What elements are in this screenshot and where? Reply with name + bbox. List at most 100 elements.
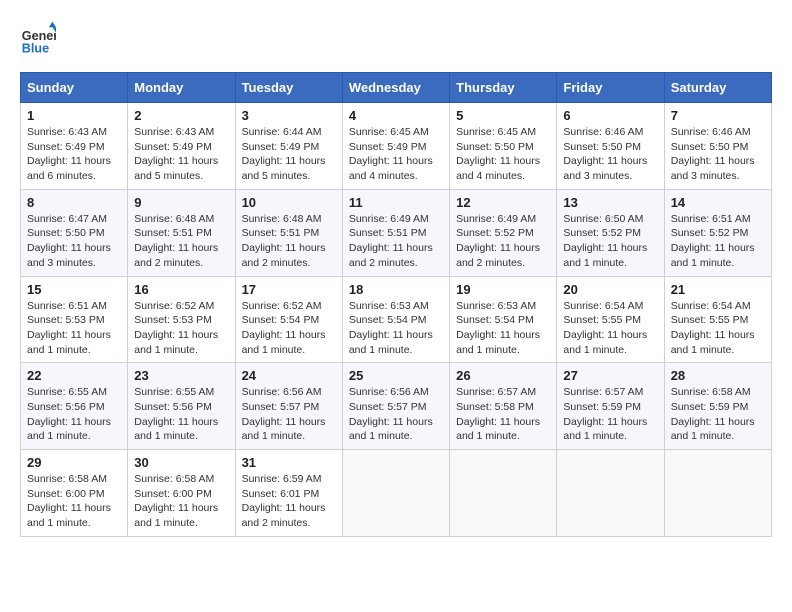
day-info: Sunrise: 6:46 AMSunset: 5:50 PMDaylight:… (563, 125, 657, 184)
weekday-header-sunday: Sunday (21, 73, 128, 103)
weekday-header-wednesday: Wednesday (342, 73, 449, 103)
day-info: Sunrise: 6:54 AMSunset: 5:55 PMDaylight:… (671, 299, 765, 358)
day-info: Sunrise: 6:50 AMSunset: 5:52 PMDaylight:… (563, 212, 657, 271)
day-number: 22 (27, 368, 121, 383)
day-info: Sunrise: 6:51 AMSunset: 5:53 PMDaylight:… (27, 299, 121, 358)
day-number: 24 (242, 368, 336, 383)
calendar-week-2: 8 Sunrise: 6:47 AMSunset: 5:50 PMDaylight… (21, 189, 772, 276)
calendar-cell: 29 Sunrise: 6:58 AMSunset: 6:00 PMDayligh… (21, 450, 128, 537)
calendar-cell: 3 Sunrise: 6:44 AMSunset: 5:49 PMDaylight… (235, 103, 342, 190)
weekday-header-thursday: Thursday (450, 73, 557, 103)
day-info: Sunrise: 6:44 AMSunset: 5:49 PMDaylight:… (242, 125, 336, 184)
svg-text:Blue: Blue (22, 41, 49, 55)
day-info: Sunrise: 6:58 AMSunset: 6:00 PMDaylight:… (134, 472, 228, 531)
day-info: Sunrise: 6:56 AMSunset: 5:57 PMDaylight:… (349, 385, 443, 444)
day-number: 27 (563, 368, 657, 383)
day-info: Sunrise: 6:53 AMSunset: 5:54 PMDaylight:… (456, 299, 550, 358)
day-info: Sunrise: 6:55 AMSunset: 5:56 PMDaylight:… (27, 385, 121, 444)
calendar-cell: 11 Sunrise: 6:49 AMSunset: 5:51 PMDayligh… (342, 189, 449, 276)
calendar-cell: 30 Sunrise: 6:58 AMSunset: 6:00 PMDayligh… (128, 450, 235, 537)
day-info: Sunrise: 6:58 AMSunset: 5:59 PMDaylight:… (671, 385, 765, 444)
day-number: 13 (563, 195, 657, 210)
day-number: 26 (456, 368, 550, 383)
weekday-header-saturday: Saturday (664, 73, 771, 103)
day-info: Sunrise: 6:49 AMSunset: 5:51 PMDaylight:… (349, 212, 443, 271)
calendar-cell: 12Sunrise: 6:49 AMSunset: 5:52 PMDayligh… (450, 189, 557, 276)
weekday-header-monday: Monday (128, 73, 235, 103)
day-number: 20 (563, 282, 657, 297)
calendar-cell: 28Sunrise: 6:58 AMSunset: 5:59 PMDayligh… (664, 363, 771, 450)
logo-icon: General Blue (20, 20, 56, 56)
day-info: Sunrise: 6:57 AMSunset: 5:58 PMDaylight:… (456, 385, 550, 444)
calendar-body: 1 Sunrise: 6:43 AMSunset: 5:49 PMDaylight… (21, 103, 772, 537)
weekday-header-tuesday: Tuesday (235, 73, 342, 103)
day-number: 18 (349, 282, 443, 297)
weekday-header-friday: Friday (557, 73, 664, 103)
day-info: Sunrise: 6:48 AMSunset: 5:51 PMDaylight:… (134, 212, 228, 271)
day-info: Sunrise: 6:48 AMSunset: 5:51 PMDaylight:… (242, 212, 336, 271)
day-number: 16 (134, 282, 228, 297)
calendar-cell (450, 450, 557, 537)
day-info: Sunrise: 6:55 AMSunset: 5:56 PMDaylight:… (134, 385, 228, 444)
calendar-cell: 8 Sunrise: 6:47 AMSunset: 5:50 PMDaylight… (21, 189, 128, 276)
calendar-cell: 6Sunrise: 6:46 AMSunset: 5:50 PMDaylight… (557, 103, 664, 190)
calendar-cell: 26 Sunrise: 6:57 AMSunset: 5:58 PMDayligh… (450, 363, 557, 450)
calendar-table: SundayMondayTuesdayWednesdayThursdayFrid… (20, 72, 772, 537)
day-info: Sunrise: 6:43 AMSunset: 5:49 PMDaylight:… (134, 125, 228, 184)
calendar-cell: 9 Sunrise: 6:48 AMSunset: 5:51 PMDaylight… (128, 189, 235, 276)
calendar-cell: 19 Sunrise: 6:53 AMSunset: 5:54 PMDayligh… (450, 276, 557, 363)
calendar-cell: 5Sunrise: 6:45 AMSunset: 5:50 PMDaylight… (450, 103, 557, 190)
day-info: Sunrise: 6:49 AMSunset: 5:52 PMDaylight:… (456, 212, 550, 271)
day-number: 29 (27, 455, 121, 470)
day-info: Sunrise: 6:45 AMSunset: 5:50 PMDaylight:… (456, 125, 550, 184)
day-number: 23 (134, 368, 228, 383)
calendar-cell: 23 Sunrise: 6:55 AMSunset: 5:56 PMDayligh… (128, 363, 235, 450)
day-info: Sunrise: 6:53 AMSunset: 5:54 PMDaylight:… (349, 299, 443, 358)
calendar-week-4: 22 Sunrise: 6:55 AMSunset: 5:56 PMDayligh… (21, 363, 772, 450)
day-info: Sunrise: 6:58 AMSunset: 6:00 PMDaylight:… (27, 472, 121, 531)
calendar-cell: 17 Sunrise: 6:52 AMSunset: 5:54 PMDayligh… (235, 276, 342, 363)
day-number: 4 (349, 108, 443, 123)
calendar-week-3: 15 Sunrise: 6:51 AMSunset: 5:53 PMDayligh… (21, 276, 772, 363)
logo: General Blue (20, 20, 60, 56)
day-info: Sunrise: 6:46 AMSunset: 5:50 PMDaylight:… (671, 125, 765, 184)
day-info: Sunrise: 6:45 AMSunset: 5:49 PMDaylight:… (349, 125, 443, 184)
calendar-cell: 24Sunrise: 6:56 AMSunset: 5:57 PMDayligh… (235, 363, 342, 450)
calendar-cell: 27 Sunrise: 6:57 AMSunset: 5:59 PMDayligh… (557, 363, 664, 450)
calendar-cell: 10 Sunrise: 6:48 AMSunset: 5:51 PMDayligh… (235, 189, 342, 276)
page-header: General Blue (20, 20, 772, 56)
day-info: Sunrise: 6:57 AMSunset: 5:59 PMDaylight:… (563, 385, 657, 444)
day-info: Sunrise: 6:47 AMSunset: 5:50 PMDaylight:… (27, 212, 121, 271)
calendar-cell: 25Sunrise: 6:56 AMSunset: 5:57 PMDayligh… (342, 363, 449, 450)
calendar-cell: 16 Sunrise: 6:52 AMSunset: 5:53 PMDayligh… (128, 276, 235, 363)
day-number: 2 (134, 108, 228, 123)
day-info: Sunrise: 6:52 AMSunset: 5:53 PMDaylight:… (134, 299, 228, 358)
day-number: 9 (134, 195, 228, 210)
calendar-cell: 21 Sunrise: 6:54 AMSunset: 5:55 PMDayligh… (664, 276, 771, 363)
calendar-cell: 7 Sunrise: 6:46 AMSunset: 5:50 PMDaylight… (664, 103, 771, 190)
calendar-header-row: SundayMondayTuesdayWednesdayThursdayFrid… (21, 73, 772, 103)
calendar-cell: 2 Sunrise: 6:43 AMSunset: 5:49 PMDaylight… (128, 103, 235, 190)
day-number: 3 (242, 108, 336, 123)
day-number: 11 (349, 195, 443, 210)
day-info: Sunrise: 6:59 AMSunset: 6:01 PMDaylight:… (242, 472, 336, 531)
day-number: 19 (456, 282, 550, 297)
calendar-cell: 15 Sunrise: 6:51 AMSunset: 5:53 PMDayligh… (21, 276, 128, 363)
day-number: 30 (134, 455, 228, 470)
calendar-cell: 14Sunrise: 6:51 AMSunset: 5:52 PMDayligh… (664, 189, 771, 276)
day-number: 17 (242, 282, 336, 297)
day-number: 7 (671, 108, 765, 123)
day-number: 10 (242, 195, 336, 210)
day-number: 15 (27, 282, 121, 297)
day-info: Sunrise: 6:54 AMSunset: 5:55 PMDaylight:… (563, 299, 657, 358)
day-info: Sunrise: 6:51 AMSunset: 5:52 PMDaylight:… (671, 212, 765, 271)
day-info: Sunrise: 6:52 AMSunset: 5:54 PMDaylight:… (242, 299, 336, 358)
calendar-cell: 22 Sunrise: 6:55 AMSunset: 5:56 PMDayligh… (21, 363, 128, 450)
day-number: 8 (27, 195, 121, 210)
day-number: 1 (27, 108, 121, 123)
calendar-cell: 1Sunrise: 6:43 AMSunset: 5:49 PMDaylight… (21, 103, 128, 190)
day-number: 21 (671, 282, 765, 297)
calendar-week-5: 29 Sunrise: 6:58 AMSunset: 6:00 PMDayligh… (21, 450, 772, 537)
calendar-cell: 31Sunrise: 6:59 AMSunset: 6:01 PMDayligh… (235, 450, 342, 537)
calendar-cell: 18 Sunrise: 6:53 AMSunset: 5:54 PMDayligh… (342, 276, 449, 363)
